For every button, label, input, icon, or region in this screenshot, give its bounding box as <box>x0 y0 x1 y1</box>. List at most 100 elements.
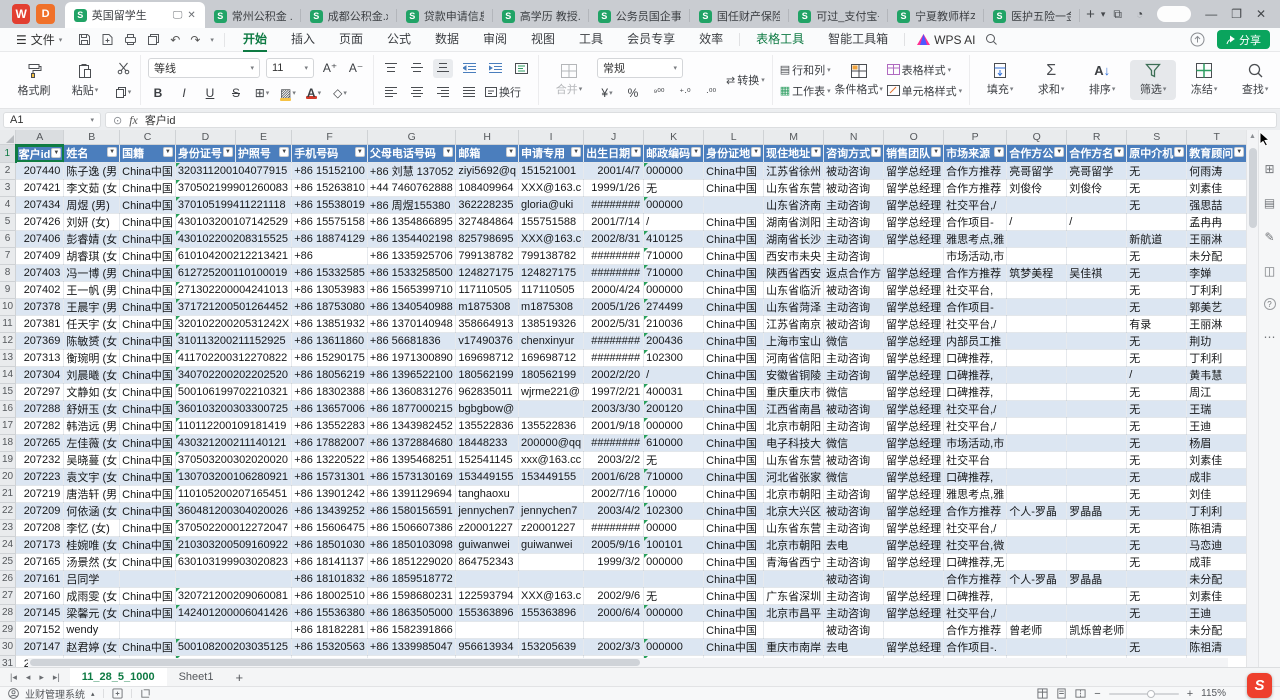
cell-A18[interactable]: 207265 <box>16 434 64 451</box>
cell-L27[interactable]: China中国 <box>704 587 764 604</box>
cell-B30[interactable]: 赵君婷 (女 <box>64 638 120 655</box>
cell-D19[interactable]: 370503200302020020 <box>175 451 291 468</box>
cell-G5[interactable]: +86 1354866895 <box>367 213 455 230</box>
cell-K22[interactable]: 102300 <box>644 502 704 519</box>
cell-F26[interactable]: +86 18101832 <box>292 570 368 587</box>
cell-K27[interactable]: 无 <box>644 587 704 604</box>
cell-S4[interactable]: 无 <box>1127 196 1187 213</box>
cell-Q28[interactable] <box>1007 604 1067 621</box>
cell-R23[interactable] <box>1067 519 1127 536</box>
cell-S18[interactable]: 无 <box>1127 434 1187 451</box>
cell-D5[interactable]: 430103200107142529 <box>175 213 291 230</box>
cell-L24[interactable]: China中国 <box>704 536 764 553</box>
file-tab-9[interactable]: S医护五险一金.xlsx <box>984 4 1080 28</box>
cell-P21[interactable]: 雅思考点,雅 <box>944 485 1007 502</box>
cell-T18[interactable]: 杨眉 <box>1187 434 1246 451</box>
cell-D9[interactable]: 271302200004241013 <box>175 281 291 298</box>
cell-B4[interactable]: 周煜 (男) <box>64 196 120 213</box>
cell-I5[interactable]: 155751588 <box>519 213 584 230</box>
cell-P24[interactable]: 社交平台,微 <box>944 536 1007 553</box>
cell-H26[interactable] <box>456 570 519 587</box>
cell-M3[interactable]: 山东省东营 <box>764 179 824 196</box>
cell-N5[interactable]: 主动咨询 <box>824 213 884 230</box>
cell-L3[interactable]: China中国 <box>704 179 764 196</box>
help-icon[interactable]: ? <box>1264 298 1276 310</box>
cell-I4[interactable]: gloria@uki <box>519 196 584 213</box>
cell-F23[interactable]: +86 15606475 <box>292 519 368 536</box>
cell-A10[interactable]: 207378 <box>16 298 64 315</box>
cell-L14[interactable]: China中国 <box>704 366 764 383</box>
filter-dropdown-icon[interactable]: ▼ <box>1174 147 1184 157</box>
sum-button[interactable]: Σ 求和▾ <box>1028 60 1074 100</box>
cell-K15[interactable]: 400031 <box>644 383 704 400</box>
cell-S20[interactable]: 无 <box>1127 468 1187 485</box>
cell-J5[interactable]: 2001/7/14 <box>584 213 644 230</box>
cell-R13[interactable] <box>1067 349 1127 366</box>
cell-G25[interactable]: +86 1851229020 <box>367 553 455 570</box>
cell-H15[interactable]: 962835011 <box>456 383 519 400</box>
file-tab-1[interactable]: S常州公积金 .xlsx <box>205 4 301 28</box>
cell-N8[interactable]: 返点合作方 <box>824 264 884 281</box>
row-header-16[interactable]: 16 <box>0 400 16 417</box>
column-header-Q[interactable]: Q <box>1007 130 1067 145</box>
cell-C6[interactable]: China中国 <box>120 230 176 247</box>
cell-R26[interactable]: 罗晶晶 <box>1067 570 1127 587</box>
header-cell-H1[interactable]: 邮箱▼ <box>456 145 519 163</box>
cell-N13[interactable]: 主动咨询 <box>824 349 884 366</box>
cell-R20[interactable] <box>1067 468 1127 485</box>
cell-A11[interactable]: 207381 <box>16 315 64 332</box>
cell-L30[interactable]: China中国 <box>704 638 764 655</box>
cell-M9[interactable]: 山东省临沂 <box>764 281 824 298</box>
cell-L19[interactable]: China中国 <box>704 451 764 468</box>
row-header-9[interactable]: 9 <box>0 281 16 298</box>
preview-icon[interactable] <box>147 33 160 46</box>
row-header-20[interactable]: 20 <box>0 468 16 485</box>
cell-K25[interactable]: 000000 <box>644 553 704 570</box>
status-widget-icon-2[interactable] <box>140 688 151 699</box>
cell-T23[interactable]: 陈祖清 <box>1187 519 1246 536</box>
file-tab-5[interactable]: S公务员国企事业单位 <box>589 4 690 28</box>
cell-I29[interactable] <box>519 621 584 638</box>
cell-B7[interactable]: 胡睿琪 (女 <box>64 247 120 264</box>
cell-A25[interactable]: 207165 <box>16 553 64 570</box>
cell-H27[interactable]: 122593794 <box>456 587 519 604</box>
cell-J8[interactable]: ######## <box>584 264 644 281</box>
header-cell-R1[interactable]: 合作方名▼ <box>1067 145 1127 163</box>
cell-Q30[interactable] <box>1007 638 1067 655</box>
cell-M7[interactable]: 西安市未央 <box>764 247 824 264</box>
cell-Q4[interactable] <box>1007 196 1067 213</box>
cell-L18[interactable]: China中国 <box>704 434 764 451</box>
worksheet-button[interactable]: ▦工作表▾ <box>780 83 831 99</box>
column-header-G[interactable]: G <box>367 130 455 145</box>
cell-O23[interactable]: 留学总经理 <box>884 519 944 536</box>
share-button[interactable]: 分享 <box>1217 30 1270 49</box>
header-cell-I1[interactable]: 申请专用▼ <box>519 145 584 163</box>
cell-Q20[interactable] <box>1007 468 1067 485</box>
cell-N23[interactable]: 主动咨询 <box>824 519 884 536</box>
cell-M10[interactable]: 山东省菏泽 <box>764 298 824 315</box>
cell-Q22[interactable]: 个人-罗晶 <box>1007 502 1067 519</box>
cell-T28[interactable]: 王迪 <box>1187 604 1246 621</box>
cell-P2[interactable]: 合作方推荐 <box>944 162 1007 179</box>
cell-N17[interactable]: 主动咨询 <box>824 417 884 434</box>
filter-dropdown-icon[interactable]: ▼ <box>751 147 761 157</box>
cell-O11[interactable]: 留学总经理 <box>884 315 944 332</box>
cell-Q27[interactable] <box>1007 587 1067 604</box>
cell-G6[interactable]: +86 1354402198 <box>367 230 455 247</box>
cell-A8[interactable]: 207403 <box>16 264 64 281</box>
row-header-17[interactable]: 17 <box>0 417 16 434</box>
cell-A16[interactable]: 207288 <box>16 400 64 417</box>
cell-G30[interactable]: +86 1339985047 <box>367 638 455 655</box>
italic-button[interactable]: I <box>174 83 194 102</box>
row-header-2[interactable]: 2 <box>0 162 16 179</box>
cell-T20[interactable]: 成非 <box>1187 468 1246 485</box>
row-header-7[interactable]: 7 <box>0 247 16 264</box>
cell-O26[interactable] <box>884 570 944 587</box>
cell-O15[interactable]: 留学总经理 <box>884 383 944 400</box>
cell-C22[interactable]: China中国 <box>120 502 176 519</box>
zoom-slider-thumb[interactable] <box>1147 690 1155 698</box>
column-header-A[interactable]: A <box>16 130 64 145</box>
cell-C30[interactable]: China中国 <box>120 638 176 655</box>
column-header-N[interactable]: N <box>824 130 884 145</box>
cell-A21[interactable]: 207219 <box>16 485 64 502</box>
